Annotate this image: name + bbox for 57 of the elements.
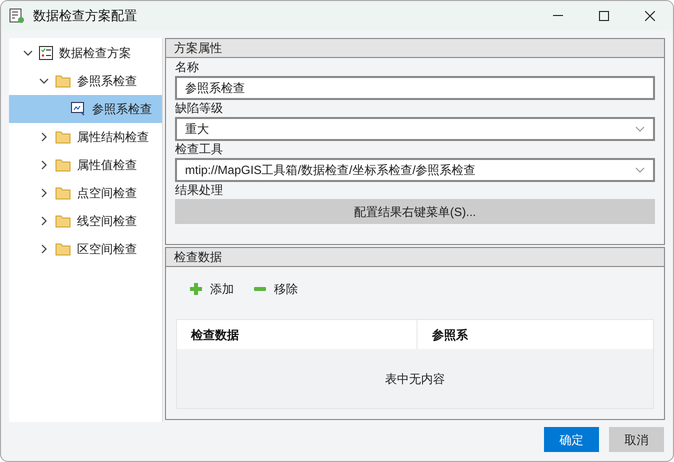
- column-header: 检查数据: [177, 320, 416, 349]
- ok-button[interactable]: 确定: [544, 427, 599, 452]
- column-header: 参照系: [418, 320, 653, 349]
- tree-item[interactable]: 参照系检查: [9, 95, 162, 123]
- tree-item-label: 参照系检查: [77, 73, 137, 90]
- chevron-down-icon[interactable]: [23, 48, 33, 58]
- folder-icon: [55, 242, 71, 256]
- chevron-right-icon[interactable]: [39, 160, 49, 170]
- checklist-icon: [39, 46, 53, 60]
- text-field[interactable]: 参照系检查: [175, 76, 655, 100]
- field-label: 缺陷等级: [175, 100, 224, 117]
- tree-item-label: 参照系检查: [92, 101, 152, 118]
- tree-item[interactable]: 数据检查方案: [9, 39, 162, 67]
- tree-item-label: 属性结构检查: [77, 129, 149, 146]
- folder-icon: [55, 186, 71, 200]
- field-label: 检查工具: [175, 141, 224, 158]
- tree-item[interactable]: 区空间检查: [9, 235, 162, 263]
- maximize-icon: [599, 11, 609, 21]
- tree-item[interactable]: 属性值检查: [9, 151, 162, 179]
- tree-item[interactable]: 参照系检查: [9, 67, 162, 95]
- settings-form-icon: [9, 8, 25, 24]
- tree-item-label: 属性值检查: [77, 157, 137, 174]
- chevron-right-icon[interactable]: [39, 244, 49, 254]
- panel-header: 检查数据: [166, 248, 664, 267]
- chevron-down-icon: [635, 126, 645, 132]
- plus-icon: [190, 283, 202, 295]
- minus-icon: [254, 286, 266, 292]
- chevron-right-icon[interactable]: [39, 188, 49, 198]
- tree-item[interactable]: 属性结构检查: [9, 123, 162, 151]
- tree-item-label: 点空间检查: [77, 185, 137, 202]
- chevron-right-icon[interactable]: [39, 132, 49, 142]
- folder-icon: [55, 74, 71, 88]
- folder-icon: [55, 214, 71, 228]
- chevron-right-icon[interactable]: [39, 216, 49, 226]
- tree-item-label: 数据检查方案: [59, 45, 131, 62]
- cancel-button[interactable]: 取消: [609, 427, 664, 452]
- panel-header: 方案属性: [166, 39, 664, 58]
- remove-button[interactable]: 移除: [254, 280, 298, 298]
- field-label: 结果处理: [175, 182, 224, 199]
- tree-item-label: 线空间检查: [77, 213, 137, 230]
- close-icon: [645, 11, 655, 21]
- window-title: 数据检查方案配置: [33, 7, 137, 26]
- folder-icon: [55, 158, 71, 172]
- configure-menu-button[interactable]: 配置结果右键菜单(S)...: [175, 199, 655, 224]
- tree-item[interactable]: 点空间检查: [9, 179, 162, 207]
- dropdown[interactable]: 重大: [175, 117, 655, 141]
- tree-item[interactable]: 线空间检查: [9, 207, 162, 235]
- minimize-icon: [553, 15, 563, 17]
- tree-item-label: 区空间检查: [77, 241, 137, 258]
- chart-check-icon: [71, 102, 86, 116]
- field-label: 名称: [175, 59, 200, 76]
- folder-icon: [55, 130, 71, 144]
- dropdown[interactable]: mtip://MapGIS工具箱/数据检查/坐标系检查/参照系检查: [175, 158, 655, 182]
- chevron-down-icon: [635, 167, 645, 173]
- empty-table-message: 表中无内容: [385, 370, 445, 388]
- add-button[interactable]: 添加: [190, 280, 234, 298]
- chevron-down-icon[interactable]: [39, 76, 49, 86]
